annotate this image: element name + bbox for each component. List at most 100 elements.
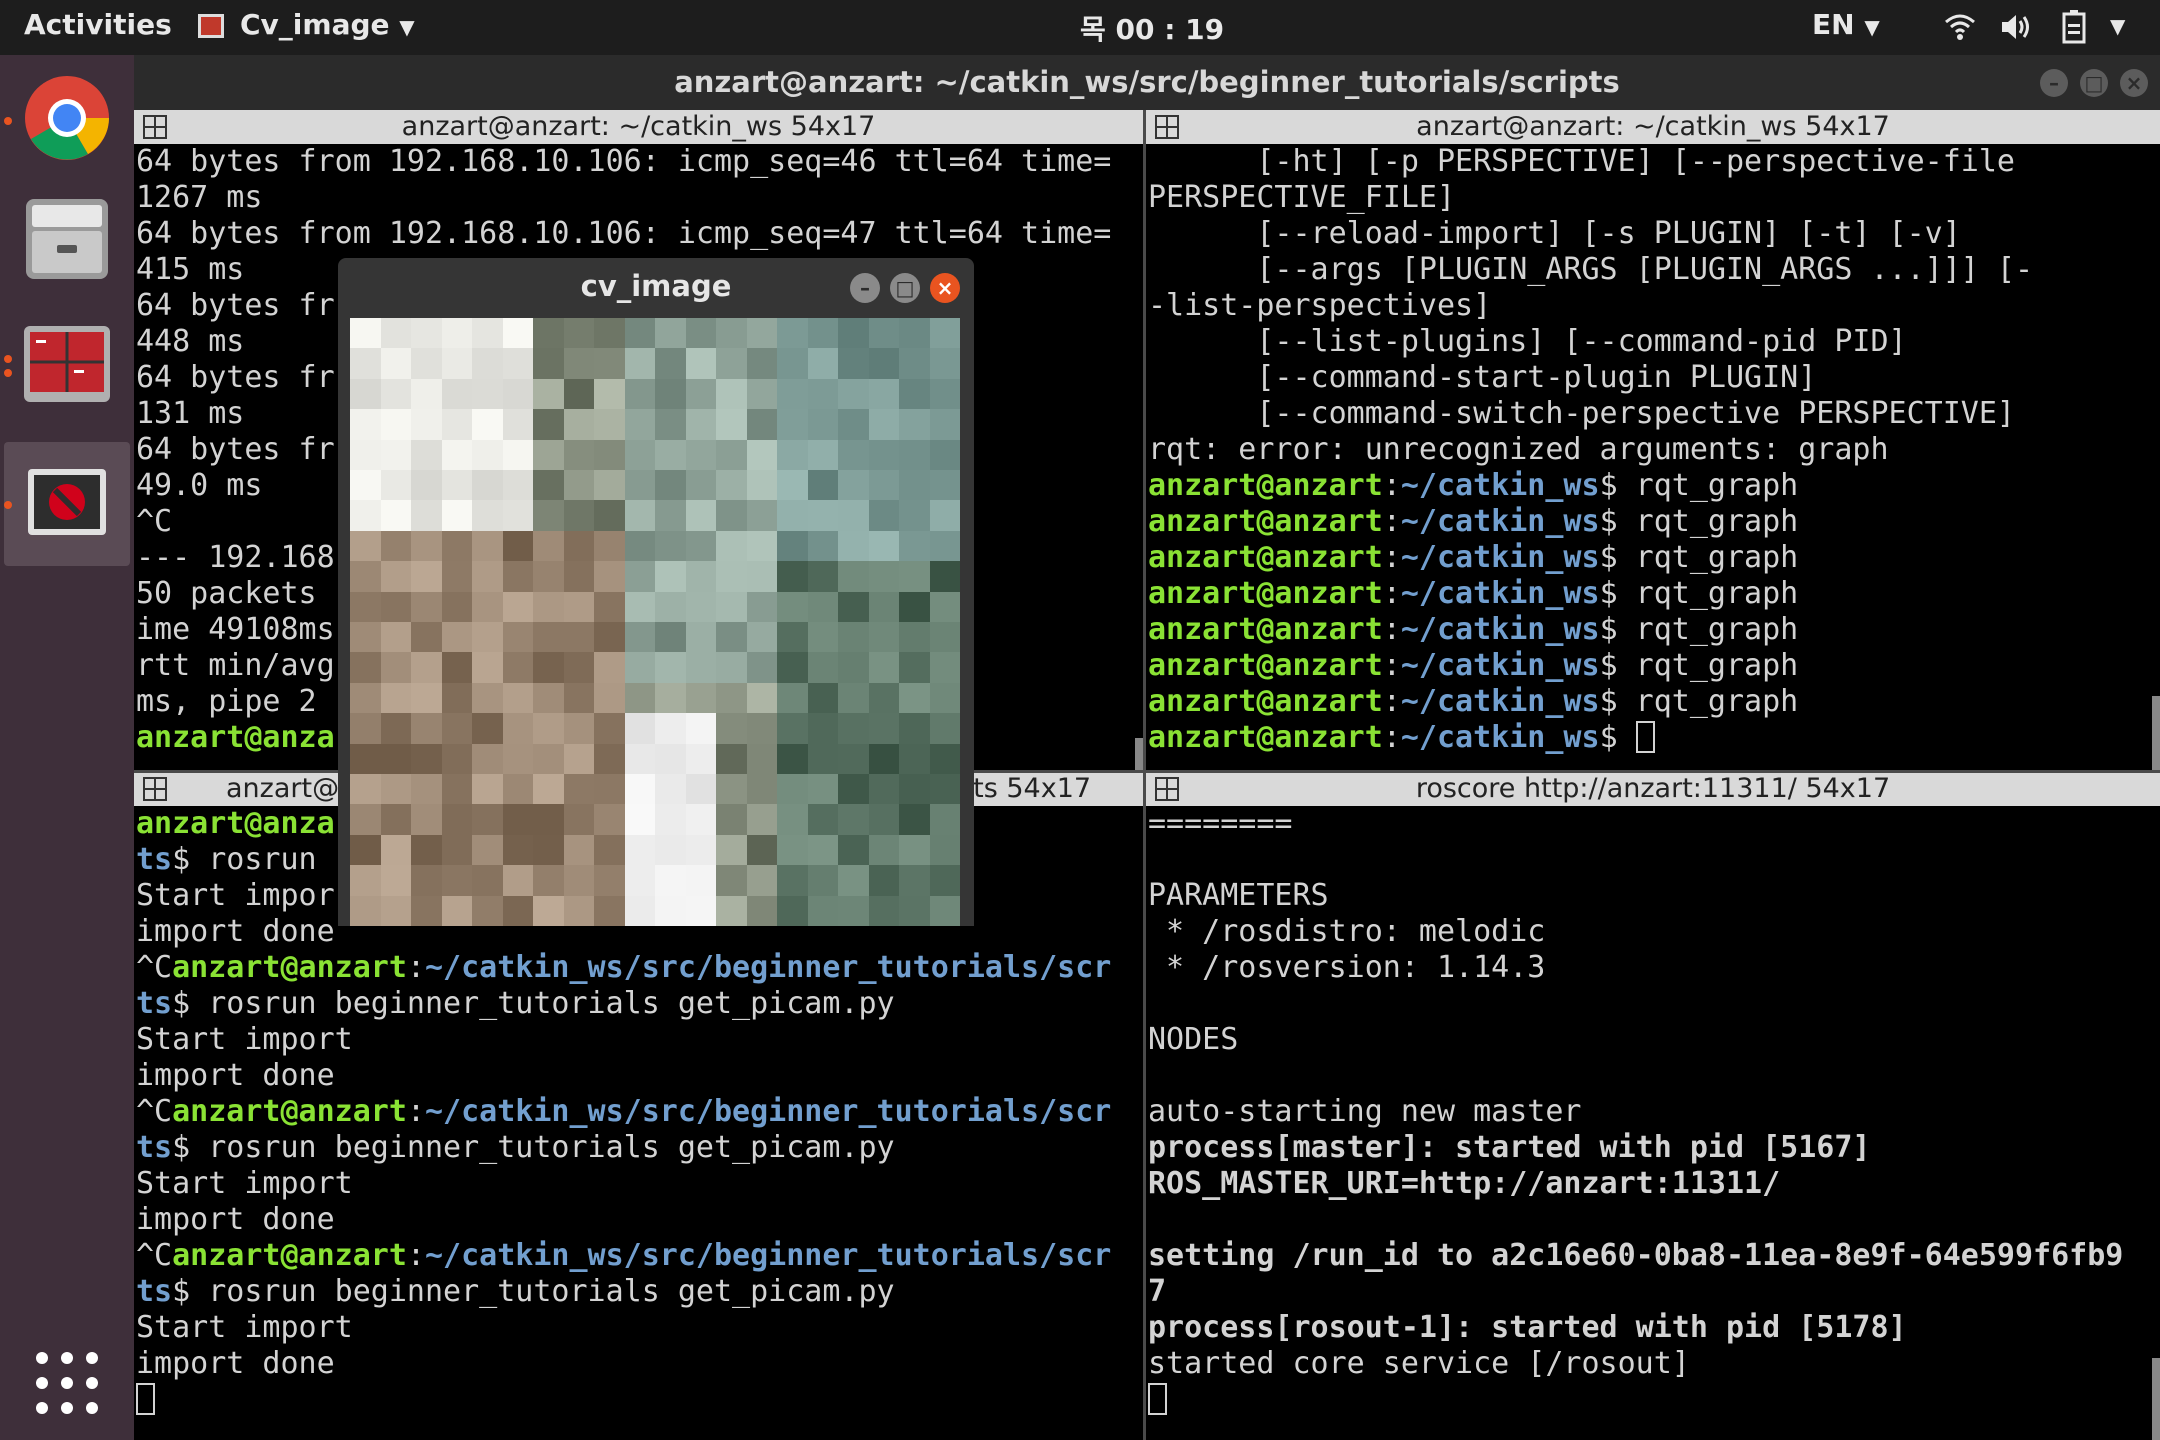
files-icon[interactable]	[22, 195, 112, 285]
image-pixel-block	[655, 865, 687, 897]
image-pixel-block	[868, 652, 900, 684]
image-pixel-block	[655, 622, 687, 654]
terminal-line: [--command-start-plugin PLUGIN]	[1148, 360, 2160, 396]
terminal-output[interactable]: ======== PARAMETERS * /rosdistro: melodic…	[1148, 806, 2160, 1440]
terminal-pane-header[interactable]: anzart@anzart: ~/catkin_ws 54x17	[1146, 110, 2160, 144]
image-pixel-block	[594, 865, 626, 897]
terminal-text: ~/catkin_ws	[1400, 468, 1600, 503]
close-icon[interactable]: ×	[2120, 69, 2148, 97]
image-pixel-block	[838, 591, 870, 623]
terminal-pane-bottom-right[interactable]: roscore http://anzart:11311/ 54x17 =====…	[1146, 772, 2160, 1440]
pane-divider-vertical[interactable]	[1143, 110, 1146, 1440]
terminal-text: anzart@anzart	[1148, 720, 1383, 755]
image-pixel-block	[807, 409, 839, 441]
cv-image-app-icon[interactable]	[22, 459, 112, 549]
show-applications-icon[interactable]	[34, 1350, 100, 1416]
image-pixel-block	[655, 713, 687, 745]
image-pixel-block	[472, 561, 504, 593]
maximize-icon[interactable]: □	[890, 273, 920, 303]
terminal-text: :	[1382, 540, 1401, 575]
terminator-icon[interactable]	[22, 320, 112, 410]
image-pixel-block	[350, 470, 382, 502]
image-pixel-block	[441, 470, 473, 502]
image-pixel-block	[838, 865, 870, 897]
image-pixel-block	[563, 682, 595, 715]
system-menu-chevron-icon[interactable]: ▼	[2110, 14, 2125, 38]
wifi-icon[interactable]	[1944, 12, 1976, 49]
app-menu-button[interactable]: Cv_image ▼	[240, 8, 415, 41]
terminal-text: 50 packets	[136, 576, 335, 611]
minimize-icon[interactable]: –	[850, 273, 880, 303]
terminal-grid-icon[interactable]	[142, 776, 168, 802]
image-pixel-block	[594, 318, 626, 350]
terminal-line: * /rosdistro: melodic	[1148, 914, 2160, 950]
terminal-cursor	[1148, 1383, 1167, 1415]
image-pixel-block	[868, 439, 900, 471]
terminal-text: $	[1599, 720, 1636, 755]
terminal-line: anzart@anzart:~/catkin_ws$ rqt_graph	[1148, 540, 2160, 576]
terminal-pane-header[interactable]: roscore http://anzart:11311/ 54x17	[1146, 772, 2160, 806]
clock[interactable]: 목 00 : 19	[1080, 8, 1224, 48]
minimize-icon[interactable]: –	[2040, 69, 2068, 97]
image-pixel-block	[807, 500, 839, 532]
input-language-menu[interactable]: EN ▼	[1812, 8, 1880, 41]
image-pixel-block	[685, 682, 717, 715]
image-pixel-block	[929, 561, 960, 593]
close-icon[interactable]: ×	[930, 273, 960, 303]
terminal-pane-top-right[interactable]: anzart@anzart: ~/catkin_ws 54x17 [-ht] […	[1146, 110, 2160, 772]
image-pixel-block	[350, 530, 382, 563]
image-pixel-block	[838, 500, 870, 532]
terminal-text: $ rqt_graph	[1599, 648, 1799, 683]
terminal-pane-header[interactable]: anzart@anzart: ~/catkin_ws 54x17	[134, 110, 1143, 144]
image-pixel-block	[472, 743, 504, 775]
terminal-grid-icon[interactable]	[1154, 776, 1180, 802]
image-pixel-block	[868, 530, 900, 563]
image-pixel-block	[899, 804, 931, 836]
terminal-output[interactable]: [-ht] [-p PERSPECTIVE] [--perspective-fi…	[1148, 144, 2160, 772]
scrollbar[interactable]	[1135, 738, 1143, 772]
image-pixel-block	[624, 409, 656, 441]
terminal-line: Start import	[136, 1310, 1143, 1346]
image-pixel-block	[624, 561, 656, 593]
image-pixel-block	[838, 895, 870, 926]
image-pixel-block	[838, 470, 870, 502]
terminal-text: process[master]: started with pid [5167]	[1148, 1130, 1871, 1165]
image-pixel-block	[929, 622, 960, 654]
terminal-text: NODES	[1148, 1022, 1239, 1057]
image-pixel-block	[380, 804, 412, 836]
window-titlebar[interactable]: anzart@anzart: ~/catkin_ws/src/beginner_…	[134, 55, 2160, 110]
image-pixel-block	[807, 530, 839, 563]
image-pixel-block	[899, 713, 931, 745]
image-pixel-block	[563, 774, 595, 806]
terminal-text: 448 ms	[136, 324, 245, 359]
terminal-line: process[rosout-1]: started with pid [517…	[1148, 1310, 2160, 1346]
activities-button[interactable]: Activities	[24, 8, 172, 41]
terminal-pane-title: anzart@anzart: ~/catkin_ws 54x17	[401, 111, 876, 142]
cv-image-window[interactable]: cv_image – □ ×	[338, 258, 974, 926]
scrollbar[interactable]	[2152, 1358, 2160, 1440]
terminal-text: :	[1382, 612, 1401, 647]
terminal-grid-icon[interactable]	[142, 114, 168, 140]
terminal-text: 64 bytes fr	[136, 432, 335, 467]
terminal-text: $ rosrun beginner_tutorials get_picam.py	[172, 986, 895, 1021]
image-pixel-block	[533, 561, 565, 593]
image-pixel-block	[533, 348, 565, 380]
volume-icon[interactable]	[2000, 12, 2032, 49]
image-pixel-block	[807, 895, 839, 926]
chrome-icon[interactable]	[22, 73, 112, 163]
terminal-grid-icon[interactable]	[1154, 114, 1180, 140]
image-pixel-block	[624, 834, 656, 867]
image-pixel-block	[594, 682, 626, 715]
scrollbar[interactable]	[2152, 696, 2160, 772]
maximize-icon[interactable]: □	[2080, 69, 2108, 97]
terminal-text: import done	[136, 1058, 335, 1093]
image-pixel-block	[716, 682, 748, 715]
terminal-text: ime 49108ms	[136, 612, 335, 647]
terminal-line: import done	[136, 1058, 1143, 1094]
terminal-text: $ rqt_graph	[1599, 468, 1799, 503]
image-pixel-block	[411, 470, 443, 502]
terminal-text: import done	[136, 1346, 335, 1381]
image-pixel-block	[777, 713, 809, 745]
image-pixel-block	[838, 439, 870, 471]
battery-icon[interactable]	[2060, 10, 2088, 51]
